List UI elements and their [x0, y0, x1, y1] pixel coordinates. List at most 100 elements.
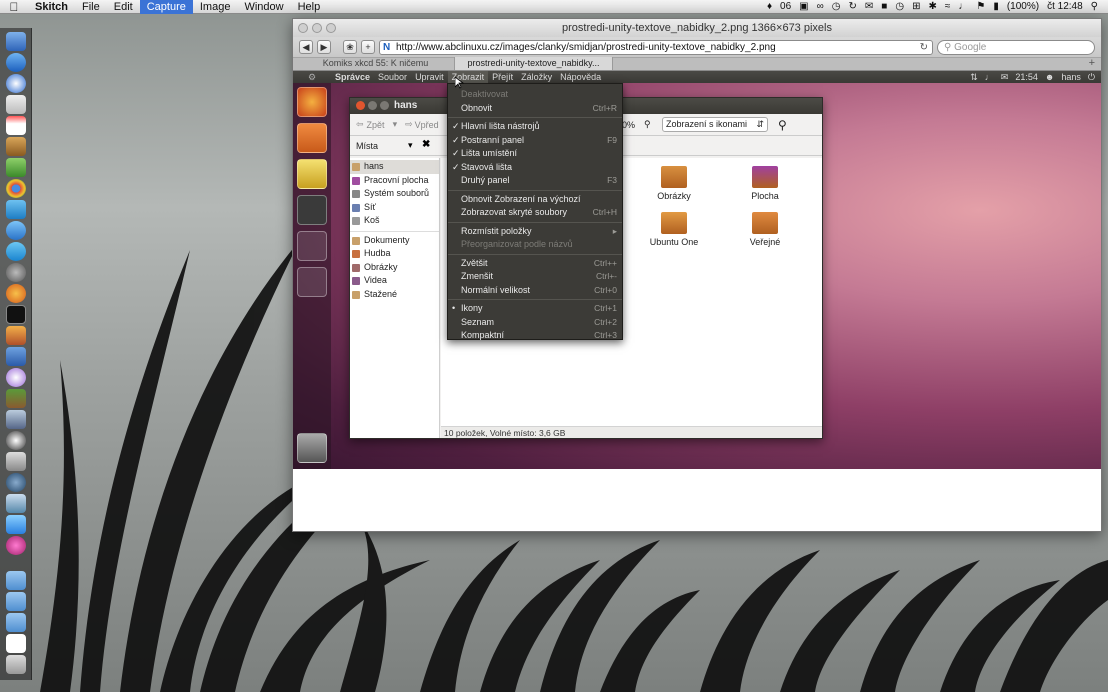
back-button[interactable]: Zpět [367, 120, 385, 130]
messages-icon[interactable] [5, 221, 26, 240]
workspaces-icon[interactable] [297, 195, 327, 225]
dropbox-icon[interactable]: ■ [881, 1, 887, 12]
menu-file[interactable]: File [75, 0, 107, 14]
sidebar-item[interactable]: Hudba [350, 247, 439, 261]
trash-icon[interactable] [5, 655, 26, 674]
back-button[interactable]: ◀ [299, 40, 313, 54]
url-bar[interactable]: N http://www.abclinuxu.cz/images/clanky/… [379, 39, 933, 55]
forward-button[interactable]: ▶ [317, 40, 331, 54]
clock-icon[interactable]: ◷ [832, 1, 841, 12]
wifi-icon[interactable]: ≈ [945, 1, 951, 12]
view-mode-select[interactable]: Zobrazení s ikonami ⇵ [662, 117, 768, 132]
evernote-icon[interactable]: ♦ [767, 1, 772, 12]
sidebar-item[interactable]: Obrázky [350, 261, 439, 275]
search-input[interactable]: ⚲ Google [937, 39, 1095, 55]
folder-item[interactable]: Ubuntu One [639, 212, 709, 247]
flag-icon[interactable]: ⚑ [976, 1, 985, 12]
document-icon[interactable] [5, 634, 26, 653]
menu-window[interactable]: Window [237, 0, 290, 14]
glasses-icon[interactable]: ∞ [817, 1, 824, 12]
forward-button[interactable]: Vpřed [415, 120, 439, 130]
chat-icon[interactable]: ✉ [865, 1, 873, 12]
volume-icon[interactable]: ♩ [985, 72, 994, 83]
launchpad-icon[interactable] [5, 515, 26, 534]
menu-item[interactable]: ✓ Hlavní lišta nástrojů [448, 120, 622, 134]
menu-help[interactable]: Help [291, 0, 328, 14]
ubuntu-menu-zobrazit[interactable]: Zobrazit [447, 71, 489, 83]
ubuntu-logo-icon[interactable]: ⚙ [293, 72, 331, 83]
apps-lens-icon[interactable] [297, 231, 327, 261]
spotlight-icon[interactable]: ⚲ [1091, 1, 1098, 12]
status-count[interactable]: 06 [780, 1, 791, 12]
sidebar-item[interactable]: Koš [350, 214, 439, 228]
network-arrows-icon[interactable]: ⇅ [970, 72, 978, 83]
minecraft-icon[interactable] [5, 389, 26, 408]
time-machine-icon[interactable]: ◷ [895, 1, 904, 12]
skitch-icon[interactable]: ▣ [799, 1, 808, 12]
chrome-icon[interactable] [5, 179, 26, 198]
pen-icon[interactable] [5, 494, 26, 513]
menubar-clock[interactable]: čt 12:48 [1047, 1, 1083, 12]
tab-image[interactable]: prostredi-unity-textove_nabidky... [455, 57, 613, 70]
mail-icon[interactable] [5, 95, 26, 114]
zoom-window-icon[interactable] [326, 23, 336, 33]
safari-icon[interactable] [5, 74, 26, 93]
app-menu-skitch[interactable]: Skitch [28, 0, 75, 14]
menu-item[interactable]: Zmenšit Ctrl+- [448, 270, 622, 284]
power-icon[interactable]: ⏻ [1088, 72, 1095, 83]
skype-icon[interactable] [5, 242, 26, 261]
menu-item[interactable]: Druhý panel F3 [448, 174, 622, 188]
bug-icon[interactable]: ❀ [343, 40, 357, 54]
menu-item[interactable]: Seznam Ctrl+2 [448, 316, 622, 330]
home-folder-icon[interactable] [297, 123, 327, 153]
itunes-icon[interactable] [5, 368, 26, 387]
firefox-dock-icon[interactable] [5, 284, 26, 303]
ubuntu-menu-napoveda[interactable]: Nápověda [556, 71, 605, 83]
reload-icon[interactable]: ↻ [920, 41, 928, 54]
network-icon[interactable] [5, 473, 26, 492]
mail-icon[interactable]: ✉ [1001, 72, 1009, 83]
close-sidebar-icon[interactable]: ✖ [422, 139, 430, 150]
menu-item[interactable]: Kompaktní Ctrl+3 [448, 329, 622, 343]
package-icon[interactable] [5, 137, 26, 156]
trash-icon[interactable] [297, 433, 327, 463]
apple-menu-icon[interactable]:  [0, 0, 28, 14]
ubuntu-menu-prejit[interactable]: Přejít [488, 71, 517, 83]
menu-item[interactable]: ✓ Stavová lišta [448, 161, 622, 175]
text-editor-icon[interactable] [297, 159, 327, 189]
photos-icon[interactable] [5, 326, 26, 345]
heart-icon[interactable] [5, 536, 26, 555]
bluetooth-icon[interactable]: ✱ [928, 1, 936, 12]
sidebar-item[interactable]: Videa [350, 274, 439, 288]
files-lens-icon[interactable] [297, 267, 327, 297]
sidebar-item[interactable]: Systém souborů [350, 187, 439, 201]
sync-icon[interactable]: ↻ [849, 1, 857, 12]
user-icon[interactable]: ☻ [1045, 72, 1054, 83]
preview-icon[interactable] [5, 452, 26, 471]
sidebar-item[interactable]: Stažené [350, 288, 439, 302]
folder-icon[interactable] [5, 592, 26, 611]
folder-item[interactable]: Obrázky [639, 166, 709, 201]
menu-item[interactable]: Obnovit Ctrl+R [448, 102, 622, 116]
sidebar-item[interactable]: Pracovní plocha [350, 174, 439, 188]
menu-capture[interactable]: Capture [139, 0, 193, 14]
folder-icon[interactable] [5, 613, 26, 632]
evernote-dock-icon[interactable] [5, 158, 26, 177]
menu-edit[interactable]: Edit [107, 0, 140, 14]
tab-xkcd[interactable]: Komiks xkcd 55: K ničemu [297, 57, 455, 70]
terminal-icon[interactable] [5, 305, 26, 324]
ubuntu-menu-upravit[interactable]: Upravit [411, 71, 448, 83]
close-icon[interactable] [356, 101, 365, 110]
appstore-icon[interactable] [5, 53, 26, 72]
maximize-icon[interactable] [380, 101, 389, 110]
zoom-in-icon[interactable]: ⚲ [644, 119, 651, 130]
menu-item[interactable]: Rozmístit položky ▸ [448, 225, 622, 239]
menu-item[interactable]: Obnovit Zobrazení na výchozí [448, 193, 622, 207]
chevron-down-icon[interactable]: ▾ [393, 119, 398, 130]
battery-icon[interactable]: ▮ [993, 1, 999, 12]
menu-item[interactable]: • Ikony Ctrl+1 [448, 302, 622, 316]
finder-icon[interactable] [5, 32, 26, 51]
folder-item[interactable]: Plocha [730, 166, 800, 201]
volume-icon[interactable]: ♩ [958, 1, 968, 12]
settings-icon[interactable] [5, 263, 26, 282]
